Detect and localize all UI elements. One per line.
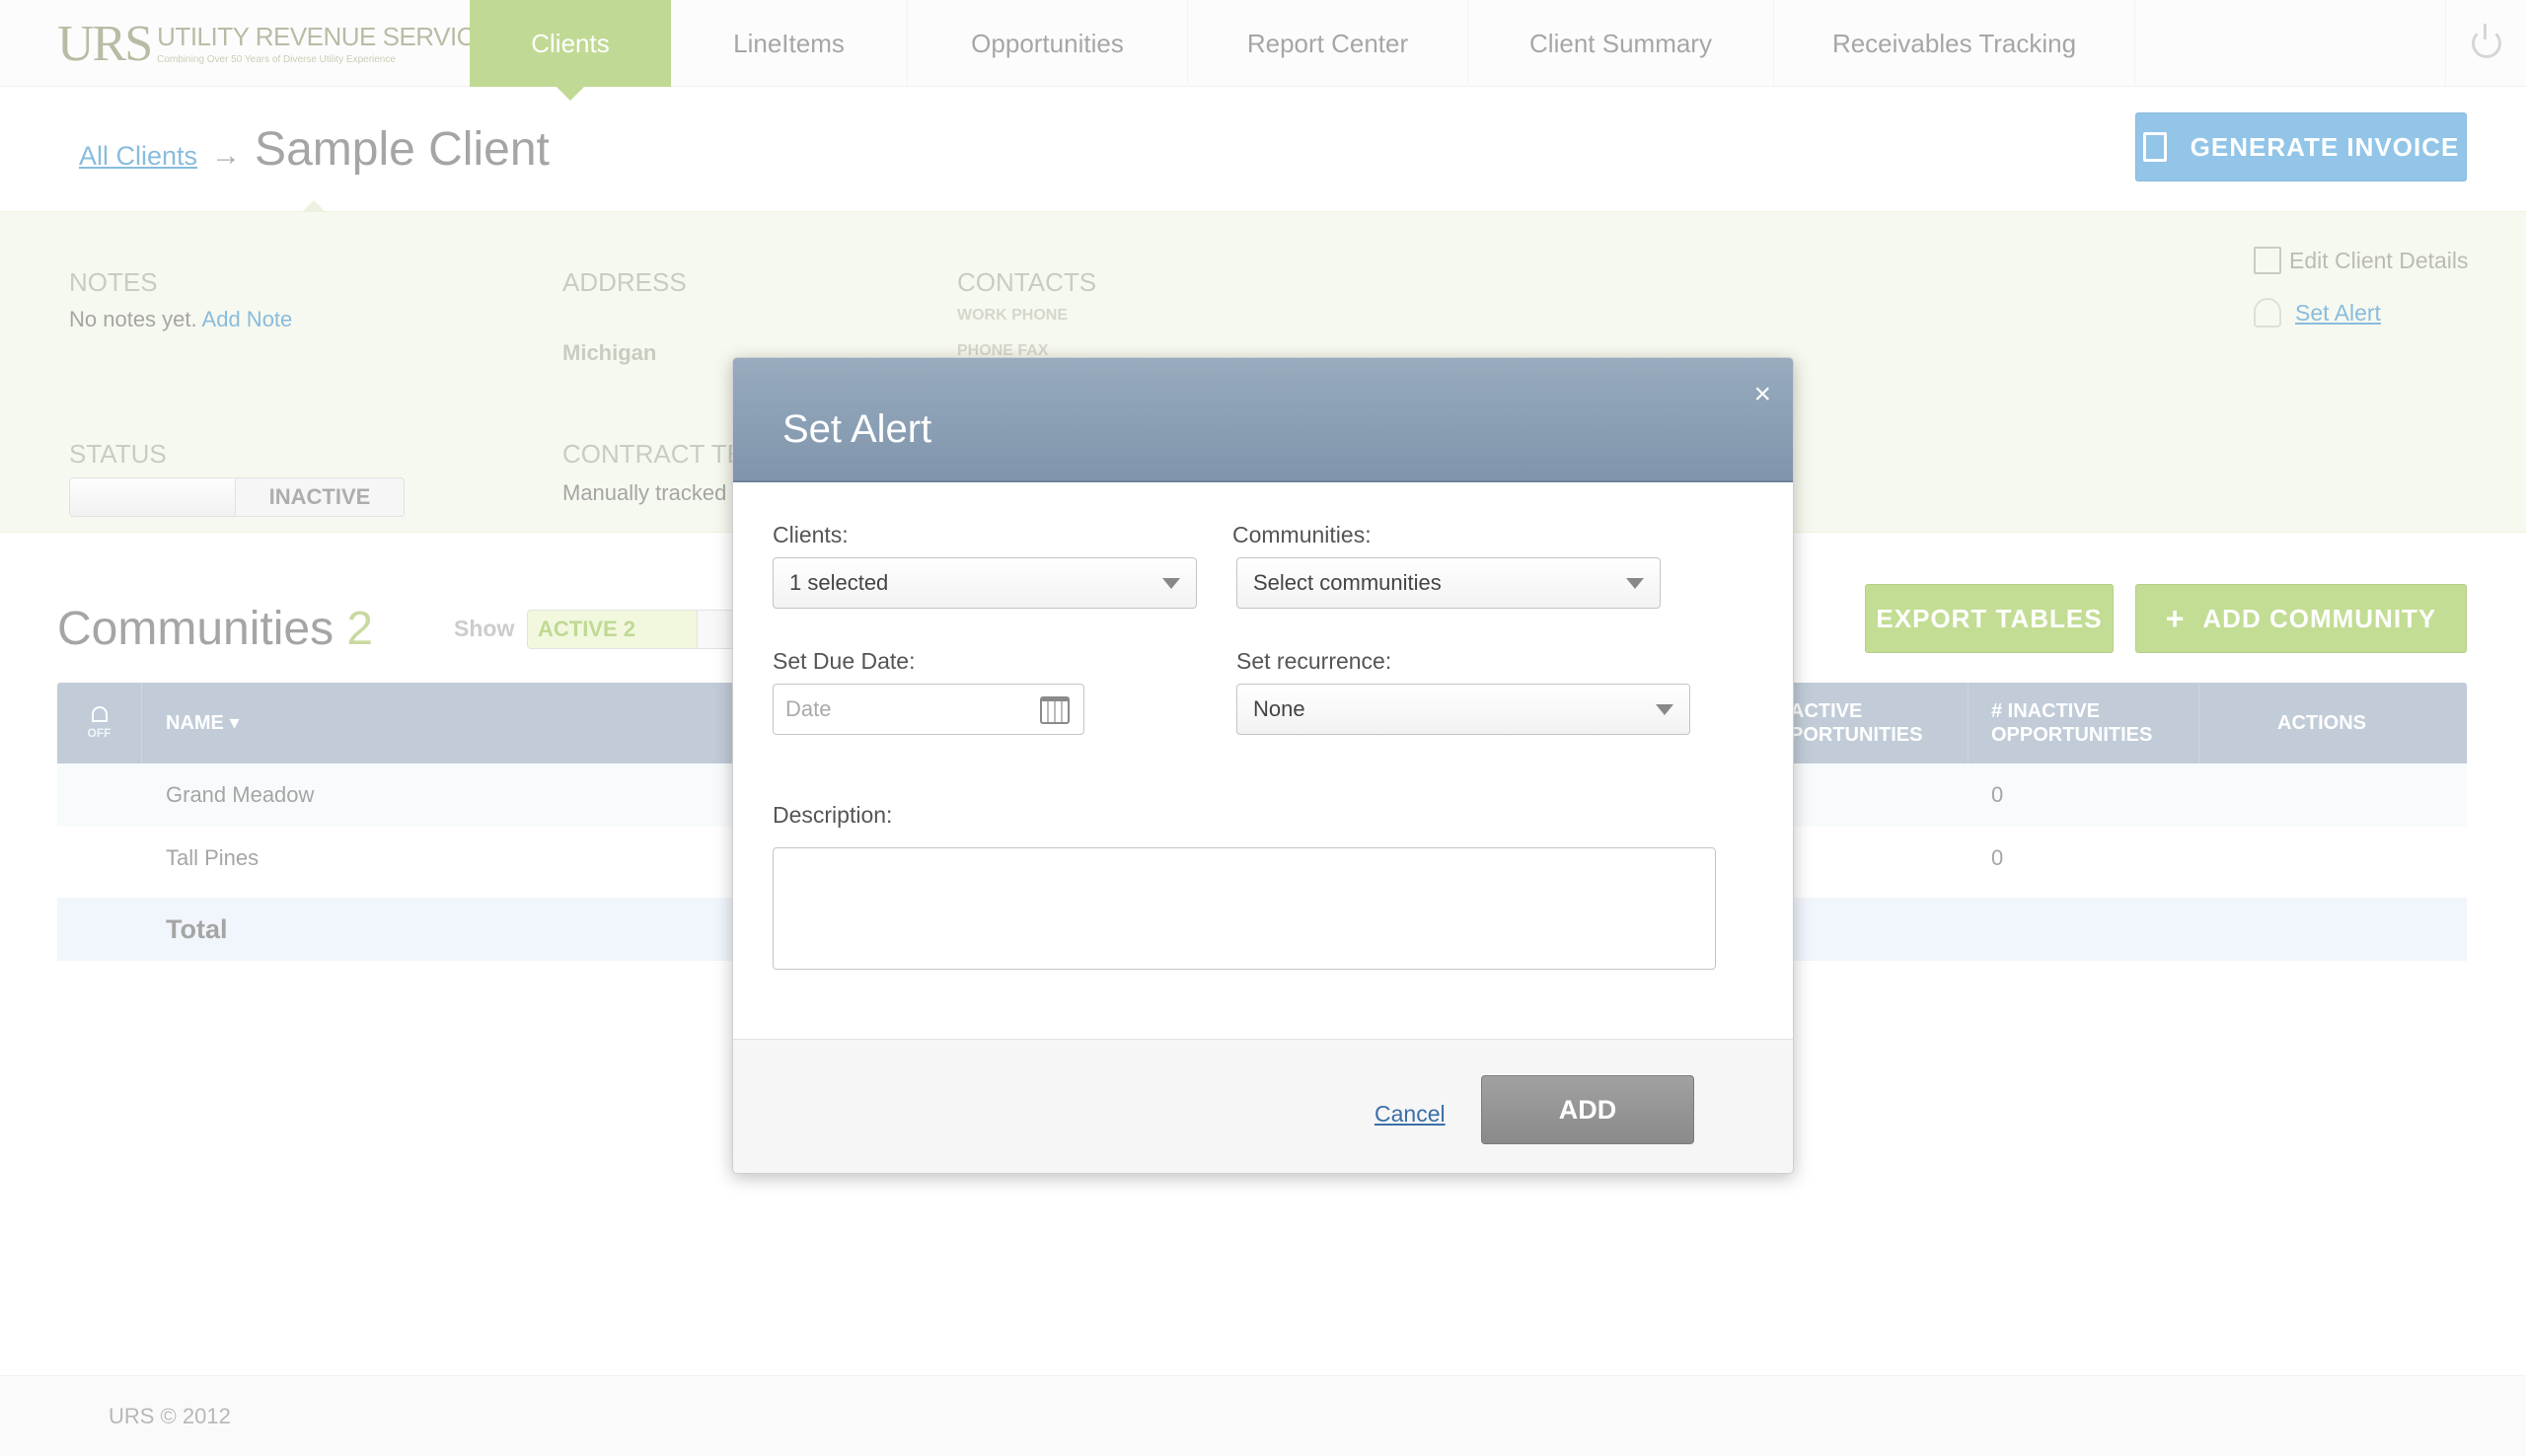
close-icon[interactable]: × [1753, 378, 1771, 411]
calendar-icon[interactable] [1040, 696, 1070, 724]
chevron-down-icon [1162, 578, 1180, 589]
modal-header: Set Alert × [733, 358, 1793, 482]
recurrence-select-value: None [1253, 696, 1305, 721]
communities-label: Communities: [1232, 522, 1372, 547]
recurrence-select[interactable]: None [1236, 684, 1690, 735]
due-date-input[interactable]: Date [773, 684, 1084, 735]
set-alert-modal: Set Alert × Clients: 1 selected Communit… [732, 357, 1794, 1174]
chevron-down-icon [1656, 704, 1673, 715]
communities-select-value: Select communities [1253, 570, 1442, 595]
recurrence-label: Set recurrence: [1236, 648, 1392, 674]
due-date-placeholder: Date [785, 696, 832, 721]
clients-select[interactable]: 1 selected [773, 557, 1197, 609]
description-textarea[interactable] [773, 847, 1716, 970]
due-date-label: Set Due Date: [773, 648, 916, 674]
communities-select[interactable]: Select communities [1236, 557, 1661, 609]
modal-footer: Cancel ADD [733, 1039, 1793, 1173]
clients-label: Clients: [773, 522, 849, 547]
chevron-down-icon [1626, 578, 1644, 589]
description-label: Description: [773, 802, 893, 828]
clients-select-value: 1 selected [789, 570, 889, 595]
modal-title: Set Alert [782, 407, 932, 451]
add-alert-button[interactable]: ADD [1481, 1075, 1694, 1144]
cancel-button[interactable]: Cancel [1374, 1101, 1446, 1128]
